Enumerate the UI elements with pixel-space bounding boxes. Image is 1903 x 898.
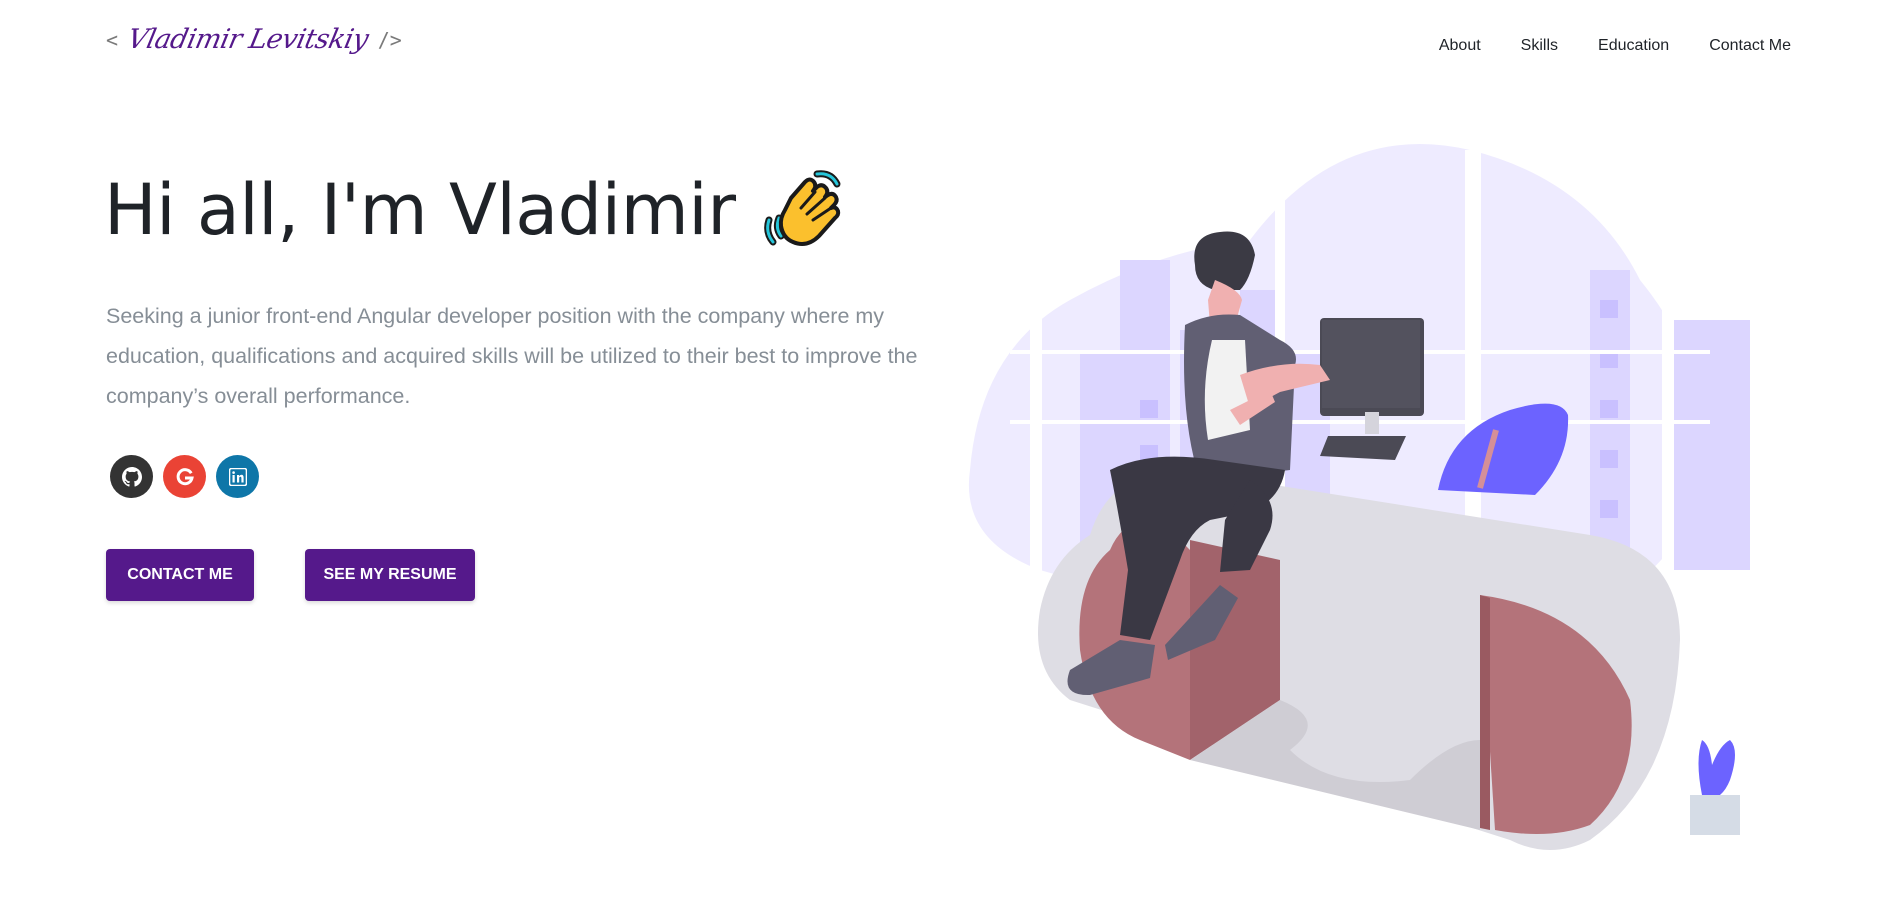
hero-subtitle: Seeking a junior front-end Angular devel… [106, 304, 918, 408]
site-header: < Vladimir Levitskiy /> About Skills Edu… [0, 0, 1903, 100]
waving-hand-icon [761, 168, 843, 252]
contact-me-button[interactable]: CONTACT ME [106, 549, 254, 601]
logo-close-bracket: /> [377, 27, 402, 52]
linkedin-icon [228, 467, 247, 486]
greeting-heading: Hi all, I'm Vladimir [104, 168, 843, 252]
greeting-text: Hi all, I'm Vladimir [104, 169, 736, 251]
google-link[interactable] [163, 455, 206, 498]
developer-illustration [950, 140, 1830, 870]
google-icon [176, 467, 194, 485]
linkedin-link[interactable] [216, 455, 259, 498]
social-links [110, 455, 259, 498]
main-nav: About Skills Education Contact Me [1399, 37, 1791, 55]
hero-buttons: CONTACT ME SEE MY RESUME [106, 549, 475, 601]
nav-link-about[interactable]: About [1439, 37, 1481, 55]
see-resume-button[interactable]: SEE MY RESUME [305, 549, 475, 601]
github-icon [121, 466, 142, 487]
github-link[interactable] [110, 455, 153, 498]
nav-link-education[interactable]: Education [1598, 37, 1669, 55]
nav-link-skills[interactable]: Skills [1521, 37, 1558, 55]
logo-signature: Vladimir Levitskiy [124, 24, 371, 55]
nav-link-contact-me[interactable]: Contact Me [1709, 37, 1791, 55]
logo-link[interactable]: < Vladimir Levitskiy /> [106, 24, 402, 55]
logo-open-bracket: < [106, 27, 119, 52]
